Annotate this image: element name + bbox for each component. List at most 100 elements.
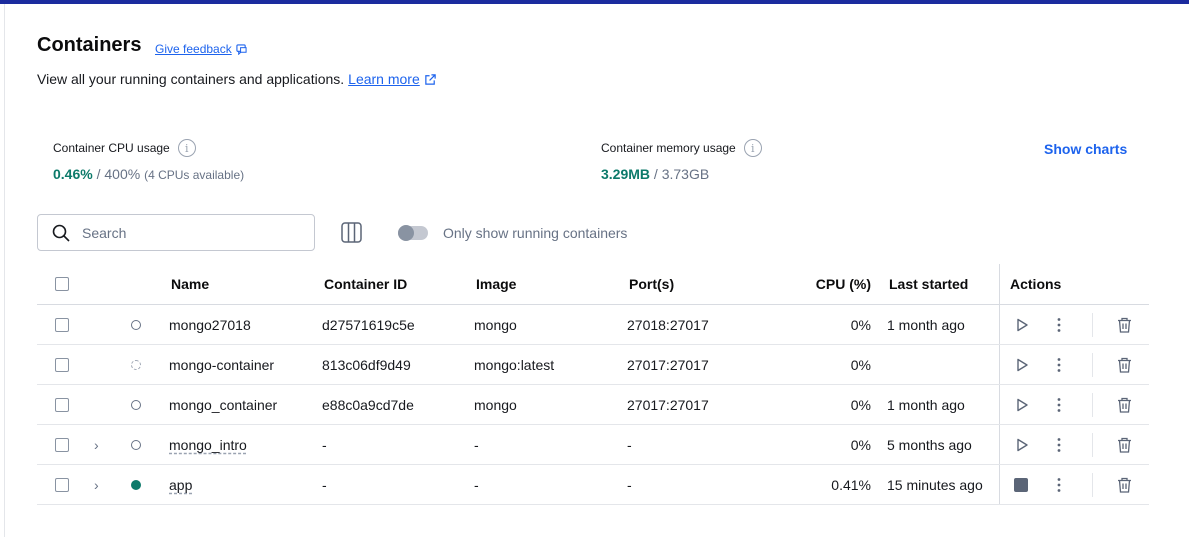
row-checkbox[interactable] [55, 437, 69, 452]
container-ports: - [627, 436, 632, 453]
trash-icon[interactable] [1117, 317, 1132, 333]
trash-icon[interactable] [1117, 397, 1132, 413]
running-only-toggle[interactable] [398, 225, 428, 241]
container-image: - [474, 476, 479, 493]
container-cpu: 0.41% [831, 476, 871, 493]
actions-separator [1092, 432, 1093, 457]
memory-usage-label: Container memory usage i [601, 139, 762, 157]
actions-separator [1092, 312, 1093, 337]
memory-usage-value: 3.29MB / 3.73GB [601, 166, 709, 182]
container-image: mongo:latest [474, 356, 555, 373]
container-cpu: 0% [850, 356, 871, 373]
table-row[interactable]: mongo-container 813c06df9d49 mongo:lates… [37, 345, 1149, 385]
containers-table: Name Container ID Image Port(s) CPU (%) … [37, 264, 1149, 505]
running-only-label: Only show running containers [443, 225, 628, 241]
search-box[interactable] [37, 214, 315, 251]
row-checkbox[interactable] [55, 357, 69, 372]
container-image: - [474, 436, 479, 453]
container-last-started: 15 minutes ago [887, 476, 983, 493]
memory-total: / 3.73GB [653, 166, 710, 182]
left-border [4, 4, 5, 537]
row-checkbox[interactable] [55, 477, 69, 492]
trash-icon[interactable] [1117, 357, 1132, 373]
search-input[interactable] [82, 224, 302, 241]
table-row[interactable]: mongo27018 d27571619c5e mongo 27018:2701… [37, 305, 1149, 345]
container-id: d27571619c5e [322, 316, 415, 333]
container-name[interactable]: app [169, 477, 192, 493]
actions-separator [1092, 352, 1093, 377]
more-vertical-icon[interactable] [1055, 317, 1063, 333]
table-row[interactable]: › app - - - 0.41% 15 minutes ago [37, 465, 1149, 505]
learn-more-link[interactable]: Learn more [348, 71, 420, 87]
play-icon[interactable] [1015, 358, 1029, 372]
container-ports: 27017:27017 [627, 356, 709, 373]
cpu-used: 0.46% [53, 166, 93, 182]
chevron-right-icon[interactable]: › [94, 437, 99, 453]
header-cpu[interactable]: CPU (%) [816, 276, 871, 292]
container-ports: 27018:27017 [627, 316, 709, 333]
top-accent-bar [0, 0, 1189, 4]
row-checkbox[interactable] [55, 397, 69, 412]
select-all-checkbox[interactable] [55, 277, 69, 291]
more-vertical-icon[interactable] [1055, 397, 1063, 413]
container-name[interactable]: mongo27018 [169, 317, 251, 333]
header-image[interactable]: Image [476, 276, 516, 292]
container-last-started: 1 month ago [887, 316, 965, 333]
container-id: e88c0a9cd7de [322, 396, 414, 413]
container-image: mongo [474, 396, 517, 413]
show-charts-button[interactable]: Show charts [1044, 141, 1127, 157]
external-link-icon [425, 73, 436, 85]
trash-icon[interactable] [1117, 477, 1132, 493]
more-vertical-icon[interactable] [1055, 437, 1063, 453]
header-name[interactable]: Name [171, 276, 209, 292]
stop-icon[interactable] [1014, 477, 1028, 492]
give-feedback-link[interactable]: Give feedback [155, 42, 247, 56]
row-checkbox[interactable] [55, 317, 69, 332]
more-vertical-icon[interactable] [1055, 357, 1063, 373]
container-name[interactable]: mongo_intro [169, 437, 247, 453]
table-row[interactable]: mongo_container e88c0a9cd7de mongo 27017… [37, 385, 1149, 425]
info-icon[interactable]: i [743, 139, 762, 157]
container-cpu: 0% [850, 316, 871, 333]
memory-usage-label-text: Container memory usage [601, 141, 736, 155]
container-last-started: 1 month ago [887, 396, 965, 413]
play-icon[interactable] [1015, 318, 1029, 332]
more-vertical-icon[interactable] [1055, 477, 1063, 493]
actions-separator [1092, 472, 1093, 497]
container-cpu: 0% [850, 396, 871, 413]
chevron-right-icon[interactable]: › [94, 477, 99, 493]
page-title: Containers [37, 34, 142, 56]
status-running-icon [131, 479, 141, 490]
actions-separator [1092, 392, 1093, 417]
container-name[interactable]: mongo-container [169, 357, 274, 373]
container-image: mongo [474, 316, 517, 333]
cpu-note: (4 CPUs available) [144, 168, 245, 182]
cpu-total: / 400% [96, 166, 141, 182]
header-container-id[interactable]: Container ID [324, 276, 407, 292]
subtitle-text: View all your running containers and app… [37, 71, 345, 87]
container-name[interactable]: mongo_container [169, 397, 277, 413]
info-icon[interactable]: i [177, 139, 196, 157]
status-stopped-icon [131, 399, 141, 410]
header-last-started[interactable]: Last started [889, 276, 968, 292]
play-icon[interactable] [1015, 398, 1029, 412]
container-cpu: 0% [850, 436, 871, 453]
container-id: 813c06df9d49 [322, 356, 411, 373]
status-created-icon [131, 359, 141, 370]
search-icon [52, 224, 70, 242]
container-id: - [322, 476, 327, 493]
give-feedback-label: Give feedback [155, 42, 232, 56]
feedback-icon [236, 43, 247, 55]
memory-used: 3.29MB [601, 166, 651, 182]
container-ports: - [627, 476, 632, 493]
table-row[interactable]: › mongo_intro - - - 0% 5 months ago [37, 425, 1149, 465]
trash-icon[interactable] [1117, 437, 1132, 453]
status-stopped-icon [131, 319, 141, 330]
container-ports: 27017:27017 [627, 396, 709, 413]
table-header: Name Container ID Image Port(s) CPU (%) … [37, 264, 1149, 305]
cpu-usage-label: Container CPU usage i [53, 139, 196, 157]
header-ports[interactable]: Port(s) [629, 276, 674, 292]
play-icon[interactable] [1015, 438, 1029, 452]
columns-icon[interactable] [341, 222, 362, 243]
status-stopped-icon [131, 439, 141, 450]
